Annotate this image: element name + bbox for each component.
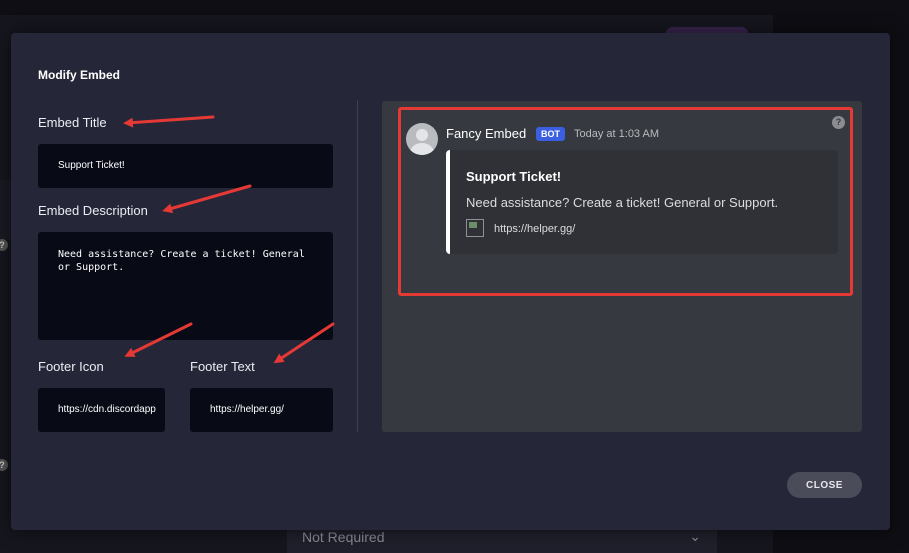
modify-embed-modal: Modify Embed Embed Title Support Ticket!… (11, 33, 890, 530)
bot-badge: BOT (536, 127, 565, 141)
help-icon[interactable]: ? (832, 116, 845, 129)
footer-icon-input[interactable]: https://cdn.discordapp (38, 388, 165, 432)
footer-text-label: Footer Text (190, 359, 255, 374)
embed-footer-text: https://helper.gg/ (494, 223, 576, 235)
embed-preview: Fancy Embed BOT Today at 1:03 AM ? Suppo… (382, 101, 862, 432)
embed-card: Support Ticket! Need assistance? Create … (446, 150, 838, 254)
embed-description: Need assistance? Create a ticket! Genera… (466, 195, 779, 210)
embed-description-textarea[interactable]: Need assistance? Create a ticket! Genera… (38, 232, 333, 340)
footer-icon-label: Footer Icon (38, 359, 104, 374)
close-button[interactable]: CLOSE (787, 472, 862, 498)
embed-description-label: Embed Description (38, 203, 148, 218)
background-select-value: Not Required (302, 529, 385, 545)
embed-title-label: Embed Title (38, 115, 107, 130)
embed-title-input[interactable]: Support Ticket! (38, 144, 333, 188)
bot-name[interactable]: Fancy Embed (446, 126, 526, 141)
footer-text-input[interactable]: https://helper.gg/ (190, 388, 333, 432)
embed-color-bar (446, 150, 450, 254)
avatar[interactable] (406, 123, 438, 155)
modal-title: Modify Embed (38, 68, 121, 82)
chevron-down-icon: ⌄ (689, 528, 701, 544)
broken-image-icon (466, 219, 484, 237)
column-divider (357, 100, 358, 432)
embed-title: Support Ticket! (466, 169, 562, 184)
message-timestamp: Today at 1:03 AM (574, 128, 659, 140)
